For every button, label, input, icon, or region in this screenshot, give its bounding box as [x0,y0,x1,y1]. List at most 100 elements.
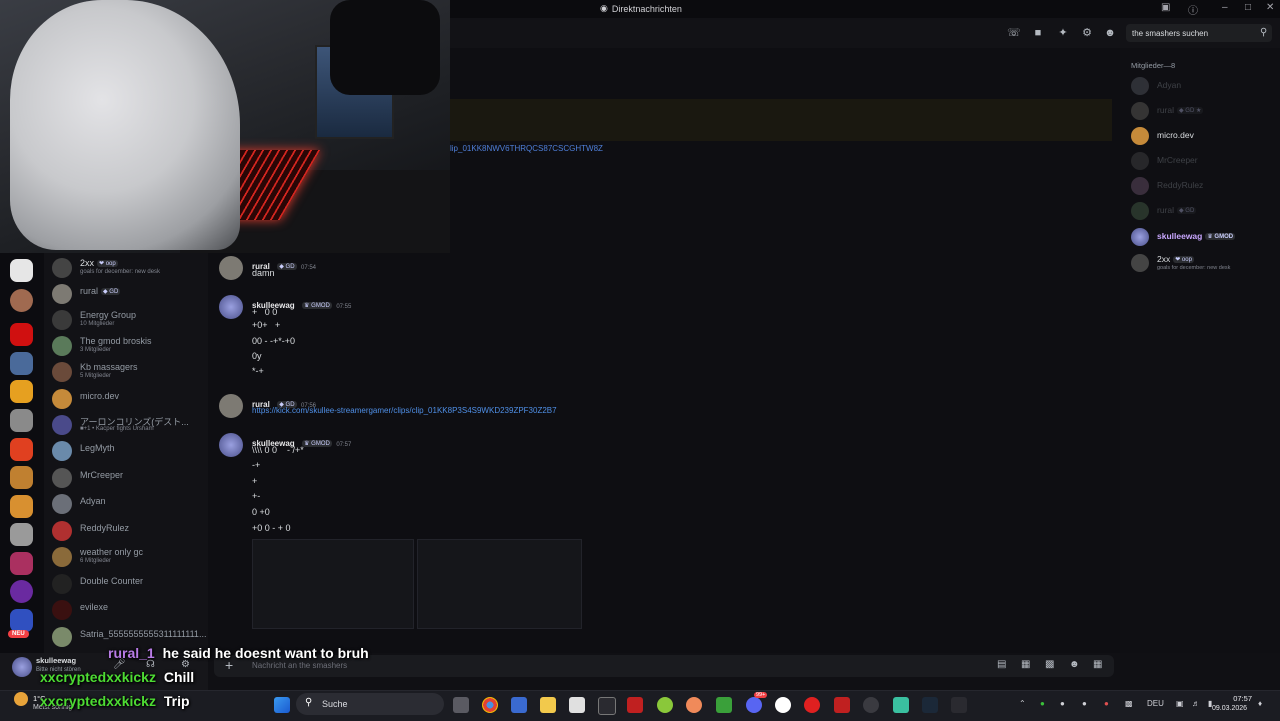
server-icon[interactable] [10,523,33,546]
server-icon[interactable] [10,552,33,575]
steam-icon[interactable] [922,697,938,713]
app-icon[interactable] [598,697,616,715]
server-icon[interactable] [10,438,33,461]
store-icon[interactable] [569,697,585,713]
gif-icon[interactable]: ▦ [1021,659,1030,670]
tray-app-icon[interactable]: ● [1082,699,1087,708]
member-item[interactable]: 2xx ❤ oop goals for december: new desk [1131,254,1277,274]
image-attachment[interactable] [417,539,582,629]
inbox-icon[interactable]: ▣ [1161,2,1170,13]
help-icon[interactable]: ⓘ [1188,2,1198,17]
app-icon[interactable] [657,697,673,713]
member-item[interactable]: Adyan [1131,77,1277,97]
server-icon[interactable] [10,580,33,603]
clock-time[interactable]: 07:57 [1230,694,1252,703]
avatar[interactable] [219,295,243,319]
windows-start-icon[interactable] [274,697,290,713]
member-item[interactable]: ReddyRulez [1131,177,1277,197]
clock-date[interactable]: 09.03.2026 [1212,705,1247,712]
user-avatar[interactable] [12,657,32,677]
member-item[interactable]: micro.dev [1131,127,1277,147]
chevron-up-icon[interactable]: ⌃ [1019,699,1026,708]
member-item[interactable]: skulleewag ♛ GMOD [1131,228,1277,248]
close-button[interactable]: ✕ [1266,2,1274,13]
add-friends-icon[interactable]: ⚙ [1080,26,1094,40]
server-icon[interactable] [10,466,33,489]
dm-item[interactable]: MrCreeper [52,468,208,490]
dm-item[interactable]: evilexe [52,600,208,622]
dm-item[interactable]: Adyan [52,494,208,516]
member-item[interactable]: MrCreeper [1131,152,1277,172]
server-icon[interactable] [10,380,33,403]
maximize-button[interactable]: □ [1245,2,1251,13]
avatar[interactable] [219,394,243,418]
dm-item[interactable]: weather only gc 6 Mitglieder [52,547,208,569]
server-icon[interactable] [10,495,33,518]
server-icon[interactable] [10,323,33,346]
app-icon[interactable] [863,697,879,713]
video-call-icon[interactable]: ■ [1031,26,1045,40]
dm-item[interactable]: rural ◆ GD [52,284,208,306]
file-explorer-icon[interactable] [540,697,556,713]
gift-icon[interactable]: ▤ [997,659,1006,670]
role-tag: ♛ GMOD [1205,233,1236,240]
member-item[interactable]: rural ◆ GD ★ [1131,102,1277,122]
server-icon[interactable] [10,289,33,312]
dm-item[interactable]: 2xx ❤ oop goals for december: new desk [52,258,208,280]
discord-taskbar-icon[interactable] [746,697,762,713]
dm-item[interactable]: Kb massagers 5 Mitglieder [52,362,208,384]
tray-app-icon[interactable]: ● [1040,699,1045,708]
app-icon[interactable] [893,697,909,713]
server-icon[interactable] [10,409,33,432]
member-list-icon[interactable]: ☻ [1103,26,1117,40]
dm-item[interactable]: The gmod broskis 3 Mitglieder [52,336,208,358]
image-attachment[interactable] [252,539,414,629]
dm-item[interactable]: Double Counter [52,574,208,596]
dm-item[interactable]: micro.dev [52,389,208,411]
apps-icon[interactable]: ▦ [1093,659,1102,670]
message-link[interactable]: https://kick.com/skullee-streamergamer/c… [252,406,557,415]
dm-item[interactable]: ReddyRulez [52,521,208,543]
obs-icon[interactable] [775,697,791,713]
app-icon[interactable] [686,697,702,713]
minecraft-icon[interactable] [716,697,732,713]
taskbar-search[interactable] [296,693,444,715]
task-view-icon[interactable] [453,697,469,713]
minimize-button[interactable]: – [1222,2,1228,13]
tray-app-icon[interactable]: ● [1060,699,1065,708]
notification-icon[interactable]: ♦ [1258,699,1262,708]
app-icon[interactable] [834,697,850,713]
emoji-icon[interactable]: ☻ [1069,659,1080,670]
server-icon[interactable] [10,352,33,375]
avatar[interactable] [219,256,243,280]
language-indicator[interactable]: DEU [1147,699,1164,708]
app-icon[interactable] [627,697,643,713]
dm-item[interactable]: Energy Group 10 Mitglieder [52,310,208,332]
microphone-tray-icon[interactable]: ● [1104,699,1109,708]
search-icon[interactable]: ⚲ [1260,27,1267,38]
server-icon[interactable] [10,609,33,632]
chrome-icon[interactable] [482,697,498,713]
avatar[interactable] [219,433,243,457]
message-input[interactable]: Nachricht an the smashers [252,661,347,670]
dm-item[interactable]: アーロンコリンズ(デスト... ■+1 • Kacper fights Ursh… [52,415,208,437]
timestamp: 07:55 [336,304,352,310]
member-item[interactable]: rural ◆ GD [1131,202,1277,222]
server-icon[interactable] [10,259,33,282]
voice-call-icon[interactable]: ☏ [1007,26,1021,40]
calculator-icon[interactable] [511,697,527,713]
keyboard-icon[interactable]: ▩ [1125,699,1133,708]
record-icon[interactable] [804,697,820,713]
clip-link[interactable]: lip_01KK8NWV6THRQCS87CSCGHTW8Z [450,144,603,153]
member-name: Adyan [1157,80,1182,90]
dm-name: Double Counter [80,576,144,586]
search-input[interactable]: the smashers suchen [1132,29,1208,38]
dm-item[interactable]: LegMyth [52,441,208,463]
pin-icon[interactable]: ✦ [1056,26,1070,40]
app-icon[interactable] [951,697,967,713]
weather-icon[interactable] [14,692,28,706]
volume-icon[interactable]: ♬ [1192,699,1200,708]
dm-status: 3 Mitglieder [80,347,112,353]
sticker-icon[interactable]: ▩ [1045,659,1054,670]
network-icon[interactable]: ▣ [1176,699,1184,708]
